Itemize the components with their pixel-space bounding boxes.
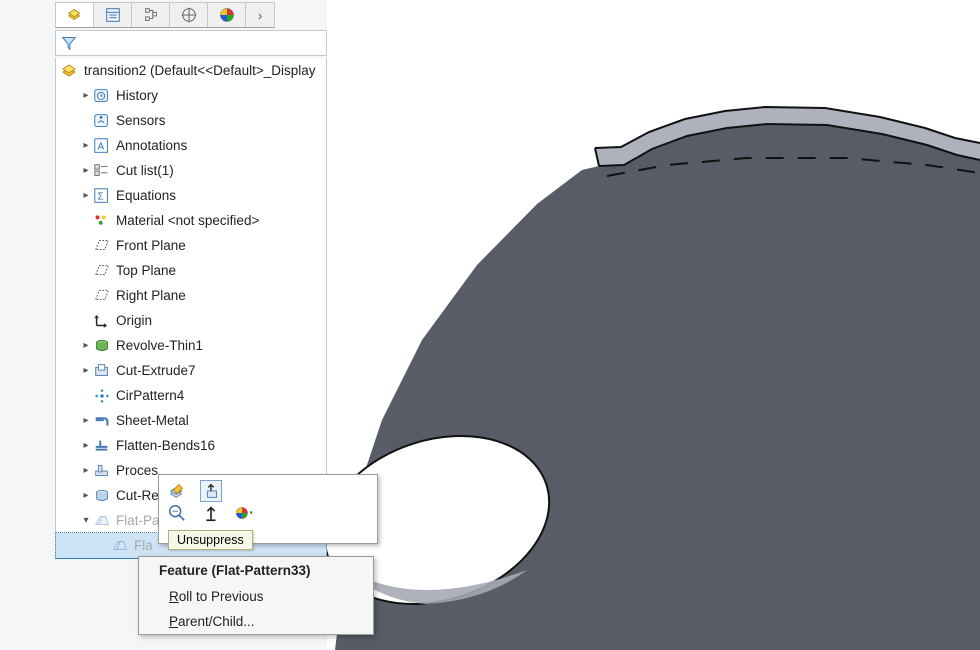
tree-item-label: CirPattern4 (116, 388, 184, 403)
tree-item-label: Cut list(1) (116, 163, 174, 178)
sheetmetal-icon (92, 411, 112, 431)
tree-item[interactable]: Right Plane (56, 283, 326, 308)
unsuppress-icon[interactable] (201, 481, 221, 501)
tooltip-text: Unsuppress (177, 533, 244, 547)
tree-item[interactable]: ▸ Flatten-Bends16 (56, 433, 326, 458)
expand-arrow (80, 265, 92, 277)
plane-icon (92, 261, 112, 281)
tree-item[interactable]: ▸ Annotations (56, 133, 326, 158)
tree-item[interactable]: ▸ History (56, 83, 326, 108)
tree-item[interactable]: ▸ Revolve-Thin1 (56, 333, 326, 358)
funnel-icon (60, 34, 78, 52)
tree-item-label: Revolve-Thin1 (116, 338, 203, 353)
plane-icon (92, 236, 112, 256)
expand-arrow[interactable]: ▸ (80, 465, 92, 477)
tree-item-label: Flat-Pa (116, 513, 160, 528)
expand-arrow (80, 290, 92, 302)
tree-item-label: History (116, 88, 158, 103)
tree-item-label: Equations (116, 188, 176, 203)
expand-arrow (80, 115, 92, 127)
tree-item[interactable]: Origin (56, 308, 326, 333)
rollback-icon[interactable] (201, 503, 221, 523)
tree-item-label: Proces (116, 463, 158, 478)
tree-item-label: Sheet-Metal (116, 413, 189, 428)
context-menu-item[interactable]: Roll to Previous (139, 584, 373, 609)
expand-arrow[interactable]: ▸ (80, 140, 92, 152)
expand-arrow[interactable]: ▸ (80, 165, 92, 177)
tree-item-label: Annotations (116, 138, 187, 153)
plane-icon (92, 286, 112, 306)
tree-item-label: Right Plane (116, 288, 186, 303)
tree-item-label: Flatten-Bends16 (116, 438, 215, 453)
circpattern-icon (92, 386, 112, 406)
tree-item[interactable]: ▸ Cut list(1) (56, 158, 326, 183)
flattenbends-icon (92, 436, 112, 456)
part-icon (60, 61, 80, 81)
tree-root[interactable]: transition2 (Default<<Default>_Display (56, 58, 326, 83)
expand-arrow (80, 215, 92, 227)
context-menu-item[interactable]: Parent/Child... (139, 609, 373, 634)
tree-item[interactable]: Front Plane (56, 233, 326, 258)
context-menu: Feature (Flat-Pattern33) Roll to Previou… (138, 556, 374, 635)
cutextrude-icon (92, 361, 112, 381)
property-manager-tab[interactable] (94, 3, 132, 27)
tree-item-label: Origin (116, 313, 152, 328)
zoom-to-selection-icon[interactable] (167, 503, 187, 523)
expand-arrow[interactable]: ▸ (80, 340, 92, 352)
expand-arrow[interactable]: ▸ (80, 415, 92, 427)
tree-item-label: Fla (134, 538, 153, 553)
annotations-icon (92, 136, 112, 156)
expand-arrow (98, 540, 110, 552)
tree-filter-bar[interactable] (55, 30, 327, 56)
expand-arrow[interactable]: ▸ (80, 365, 92, 377)
dimxpert-tab[interactable] (170, 3, 208, 27)
sensors-icon (92, 111, 112, 131)
processbends-icon (92, 461, 112, 481)
expand-arrow[interactable]: ▸ (80, 90, 92, 102)
graphics-viewport[interactable] (327, 0, 980, 650)
equations-icon (92, 186, 112, 206)
tree-item-label: Sensors (116, 113, 166, 128)
history-icon (92, 86, 112, 106)
tree-item[interactable]: Material <not specified> (56, 208, 326, 233)
tree-item[interactable]: Top Plane (56, 258, 326, 283)
tree-item[interactable]: ▸ Cut-Extrude7 (56, 358, 326, 383)
expand-arrow[interactable]: ▾ (80, 515, 92, 527)
expand-arrow (80, 240, 92, 252)
cutlist-icon (92, 161, 112, 181)
context-menu-header: Feature (Flat-Pattern33) (139, 557, 373, 584)
tree-item[interactable]: CirPattern4 (56, 383, 326, 408)
material-icon (92, 211, 112, 231)
configuration-manager-tab[interactable] (132, 3, 170, 27)
revolve-icon (92, 336, 112, 356)
expand-arrow[interactable]: ▸ (80, 190, 92, 202)
tree-item-label: Material <not specified> (116, 213, 259, 228)
tooltip: Unsuppress (168, 530, 253, 550)
manager-tabstrip: › (55, 2, 275, 28)
flatpattern-icon (110, 536, 130, 556)
appearances-tab[interactable] (208, 3, 246, 27)
flatpattern-icon (92, 511, 112, 531)
expand-arrow (80, 315, 92, 327)
tree-item-label: Cut-Extrude7 (116, 363, 196, 378)
expand-arrow (80, 390, 92, 402)
appearances-dropdown-icon[interactable] (235, 503, 255, 523)
tree-item[interactable]: ▸ Sheet-Metal (56, 408, 326, 433)
tree-item-label: Cut-Re (116, 488, 159, 503)
feature-manager-tab[interactable] (56, 3, 94, 27)
origin-icon (92, 311, 112, 331)
tree-item-label: Front Plane (116, 238, 186, 253)
edit-feature-icon[interactable] (167, 481, 187, 501)
tree-item[interactable]: ▸ Equations (56, 183, 326, 208)
more-tabs[interactable]: › (246, 3, 274, 27)
cutrevolve-icon (92, 486, 112, 506)
expand-arrow[interactable]: ▸ (80, 440, 92, 452)
tree-root-label: transition2 (Default<<Default>_Display (84, 63, 316, 78)
expand-arrow[interactable]: ▸ (80, 490, 92, 502)
tree-item[interactable]: Sensors (56, 108, 326, 133)
tree-item-label: Top Plane (116, 263, 176, 278)
